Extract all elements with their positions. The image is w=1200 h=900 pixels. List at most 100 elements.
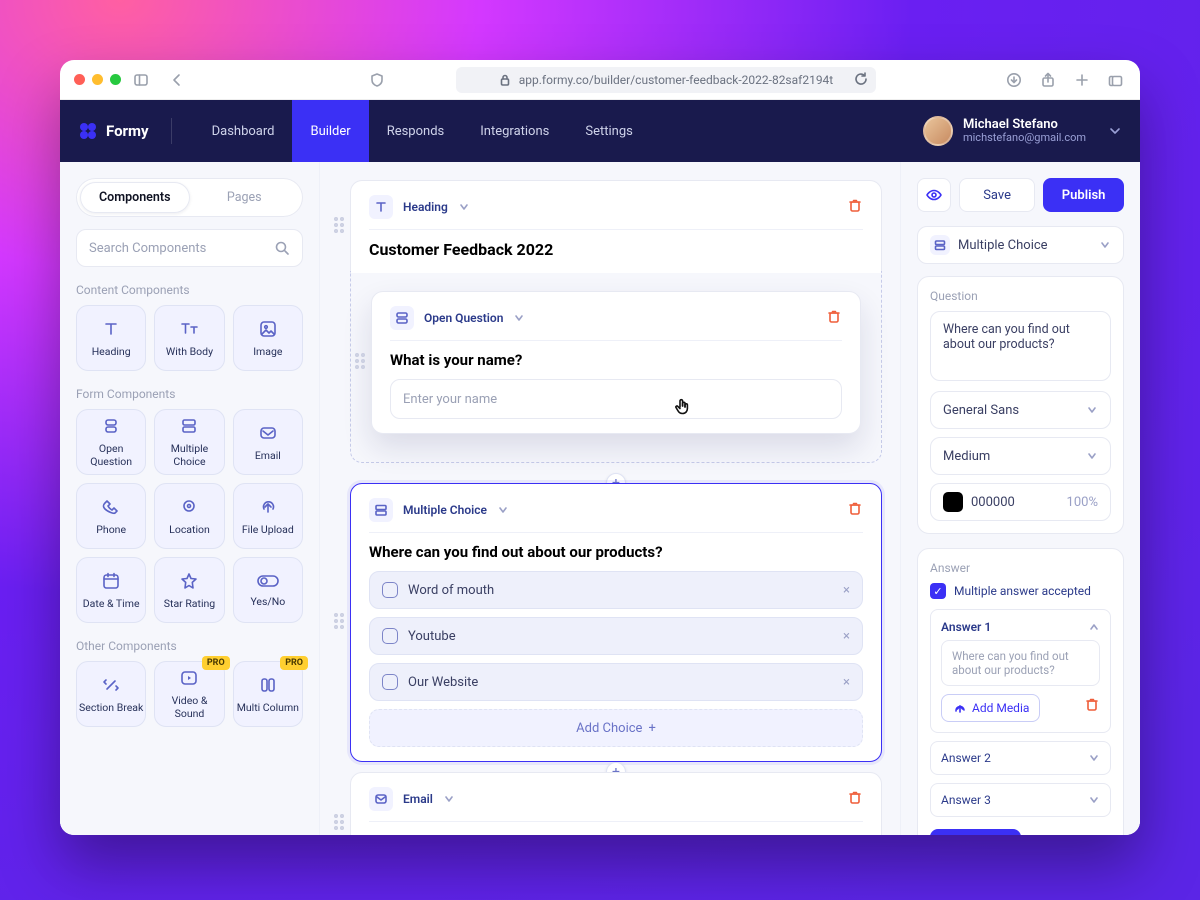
nav-builder[interactable]: Builder [292, 100, 368, 162]
question-title[interactable]: What is your name? [390, 351, 842, 369]
choice-option[interactable]: Youtube× [369, 617, 863, 655]
chevron-down-icon[interactable] [443, 793, 455, 805]
tab-pages[interactable]: Pages [190, 182, 300, 213]
component-image[interactable]: Image [233, 305, 303, 371]
maximize-window[interactable] [110, 74, 121, 85]
block-multiple-choice[interactable]: Multiple Choice Where can you find out a… [350, 483, 882, 762]
component-heading[interactable]: Heading [76, 305, 146, 371]
block-open-question[interactable]: Open Question What is your name? Enter y… [371, 291, 861, 434]
component-multi-column[interactable]: PROMulti Column [233, 661, 303, 727]
question-settings: Question Where can you find out about ou… [917, 276, 1124, 534]
delete-icon[interactable] [826, 308, 842, 328]
drop-zone[interactable]: Open Question What is your name? Enter y… [350, 271, 882, 463]
new-tab-icon[interactable] [1072, 70, 1092, 90]
component-video-sound[interactable]: PROVideo & Sound [154, 661, 224, 727]
block-type-label: Open Question [424, 311, 503, 325]
add-media-button[interactable]: Add Media [941, 694, 1040, 722]
remove-choice-icon[interactable]: × [843, 583, 850, 598]
save-button[interactable]: Save [959, 178, 1035, 212]
answer-settings: Answer ✓ Multiple answer accepted Answer… [917, 548, 1124, 835]
font-select[interactable]: General Sans [930, 391, 1111, 429]
component-location[interactable]: Location [154, 483, 224, 549]
reload-icon[interactable] [854, 72, 868, 89]
chevron-down-icon[interactable] [513, 312, 525, 324]
checkbox-icon [382, 582, 398, 598]
component-star-rating[interactable]: Star Rating [154, 557, 224, 623]
nav-dashboard[interactable]: Dashboard [194, 100, 293, 162]
delete-answer-icon[interactable] [1084, 696, 1100, 715]
share-icon[interactable] [1038, 70, 1058, 90]
nav-settings[interactable]: Settings [567, 100, 650, 162]
multiple-choice-type-icon [369, 498, 393, 522]
text-input[interactable]: Enter your name [390, 379, 842, 419]
block-type-select[interactable]: Multiple Choice [917, 226, 1124, 264]
heading-title[interactable]: Customer Feedback 2022 [369, 240, 863, 259]
browser-chrome: app.formy.co/builder/customer-feedback-2… [60, 60, 1140, 100]
question-textarea[interactable]: Where can you find out about our product… [930, 311, 1111, 381]
remove-choice-icon[interactable]: × [843, 675, 850, 690]
chevron-down-icon[interactable] [497, 504, 509, 516]
chevron-up-icon[interactable] [1088, 621, 1100, 633]
remove-choice-icon[interactable]: × [843, 629, 850, 644]
nav-integrations[interactable]: Integrations [462, 100, 567, 162]
delete-icon[interactable] [847, 500, 863, 520]
answer-item-1[interactable]: Answer 1 Where can you find out about ou… [930, 609, 1111, 733]
chevron-down-icon [1099, 239, 1111, 251]
search-input[interactable]: Search Components [76, 229, 303, 267]
drag-handle-icon[interactable] [354, 352, 366, 374]
component-email[interactable]: Email [233, 409, 303, 475]
component-multiple-choice[interactable]: Multiple Choice [154, 409, 224, 475]
color-row[interactable]: 000000 100% [930, 483, 1111, 521]
avatar [923, 116, 953, 146]
component-section-break[interactable]: Section Break [76, 661, 146, 727]
add-choice-button[interactable]: Add Choice+ [369, 709, 863, 747]
chevron-down-icon [1086, 450, 1098, 462]
user-menu[interactable]: Michael Stefano michstefano@gmail.com [923, 116, 1122, 146]
checkbox-checked-icon[interactable]: ✓ [930, 583, 946, 599]
component-with-body[interactable]: With Body [154, 305, 224, 371]
answer-textarea[interactable]: Where can you find out about our product… [941, 640, 1100, 686]
block-email[interactable]: Email What is your email? [350, 772, 882, 835]
component-open-question[interactable]: Open Question [76, 409, 146, 475]
delete-icon[interactable] [847, 197, 863, 217]
question-title[interactable]: What is your email? [369, 832, 863, 835]
answer-item-2[interactable]: Answer 2 [930, 741, 1111, 775]
download-icon[interactable] [1004, 70, 1024, 90]
drag-handle-icon[interactable] [333, 612, 345, 634]
question-title[interactable]: Where can you find out about our product… [369, 543, 863, 561]
nav-responds[interactable]: Responds [369, 100, 463, 162]
answer-item-3[interactable]: Answer 3 [930, 783, 1111, 817]
block-heading[interactable]: Heading Customer Feedback 2022 [350, 180, 882, 273]
sidebar-toggle-icon[interactable] [131, 70, 151, 90]
browser-actions [1004, 70, 1126, 90]
tabs-icon[interactable] [1106, 70, 1126, 90]
chevron-down-icon[interactable] [458, 201, 470, 213]
close-window[interactable] [74, 74, 85, 85]
choice-option[interactable]: Word of mouth× [369, 571, 863, 609]
preview-button[interactable] [917, 178, 951, 212]
brand-logo[interactable]: Formy [78, 121, 149, 141]
delete-icon[interactable] [847, 789, 863, 809]
publish-button[interactable]: Publish [1043, 178, 1124, 212]
component-file-upload[interactable]: File Upload [233, 483, 303, 549]
search-placeholder: Search Components [89, 241, 206, 256]
multi-accepted-label: Multiple answer accepted [954, 584, 1091, 598]
drag-handle-icon[interactable] [333, 813, 345, 835]
logo-mark-icon [78, 121, 98, 141]
open-question-type-icon [390, 306, 414, 330]
shield-icon[interactable] [367, 70, 387, 90]
address-bar[interactable]: app.formy.co/builder/customer-feedback-2… [456, 67, 876, 93]
weight-select[interactable]: Medium [930, 437, 1111, 475]
component-date-time[interactable]: Date & Time [76, 557, 146, 623]
minimize-window[interactable] [92, 74, 103, 85]
drag-handle-icon[interactable] [333, 216, 345, 238]
component-phone[interactable]: Phone [76, 483, 146, 549]
tab-components[interactable]: Components [80, 182, 190, 213]
back-icon[interactable] [167, 70, 187, 90]
choice-option[interactable]: Our Website× [369, 663, 863, 701]
component-yes-no[interactable]: Yes/No [233, 557, 303, 623]
add-answer-button[interactable]: Add Answer [930, 829, 1021, 835]
section-title: Form Components [76, 387, 303, 401]
canvas: Heading Customer Feedback 2022 Open Ques… [320, 162, 900, 835]
user-email: michstefano@gmail.com [963, 132, 1086, 144]
